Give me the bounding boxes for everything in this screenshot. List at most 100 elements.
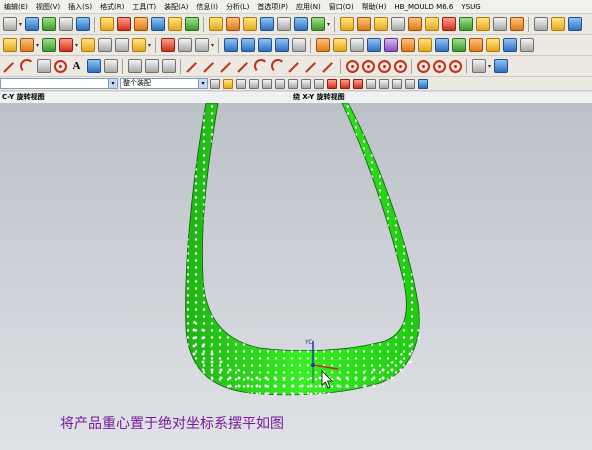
perspective-icon[interactable] [80, 38, 95, 52]
boss-icon[interactable] [167, 17, 182, 31]
arc-tool-2-icon[interactable] [253, 59, 268, 73]
snap-intersection-icon[interactable] [365, 78, 376, 89]
feature-icon-11[interactable] [485, 38, 500, 52]
circle-tool-6-icon[interactable] [416, 59, 430, 73]
show-hide-icon[interactable] [160, 38, 175, 52]
electrode-icon[interactable] [492, 17, 507, 31]
line-tool-4-icon[interactable] [220, 59, 234, 73]
arc-tool-3-icon[interactable] [270, 59, 285, 73]
circle-tool-5-icon[interactable] [393, 59, 407, 73]
filter-icon[interactable] [209, 78, 220, 89]
spline-icon[interactable] [86, 59, 101, 73]
cone-icon[interactable] [58, 17, 73, 31]
feature-icon-3[interactable] [349, 38, 364, 52]
dropdown-arrow-icon[interactable]: ▾ [148, 42, 151, 49]
split-body-icon[interactable] [310, 17, 325, 31]
feature-icon-7[interactable] [417, 38, 432, 52]
hole-icon[interactable] [150, 17, 165, 31]
menu-hb-mould[interactable]: HB_MOULD M6.6 [390, 3, 457, 11]
line-tool-5-icon[interactable] [237, 59, 251, 73]
line-tool-2-icon[interactable] [186, 59, 200, 73]
snap-existing-icon[interactable] [404, 78, 415, 89]
edge-blend-icon[interactable] [208, 17, 223, 31]
rect-select-icon[interactable] [300, 78, 311, 89]
sketch-icon[interactable] [471, 59, 486, 73]
fit-icon[interactable] [2, 38, 17, 52]
wireframe-icon[interactable] [114, 38, 129, 52]
pan-icon[interactable] [41, 38, 56, 52]
offset-curve-icon[interactable] [127, 59, 142, 73]
runner-icon[interactable] [458, 17, 473, 31]
feature-icon-13[interactable] [519, 38, 534, 52]
graphics-viewport[interactable]: YC [0, 103, 592, 450]
project-curve-icon[interactable] [144, 59, 159, 73]
menu-info[interactable]: 信息(I) [192, 0, 222, 13]
chevron-down-icon[interactable]: ▾ [108, 79, 117, 88]
deselect-icon[interactable] [287, 78, 298, 89]
menu-ysug[interactable]: YSUG [457, 3, 484, 11]
snap-center-icon[interactable] [352, 78, 363, 89]
trim-body-icon[interactable] [293, 17, 308, 31]
ejector-icon[interactable] [424, 17, 439, 31]
feature-icon-1[interactable] [315, 38, 330, 52]
wrench-icon[interactable] [533, 17, 548, 31]
feature-icon-4[interactable] [366, 38, 381, 52]
select-body-icon[interactable] [261, 78, 272, 89]
type-filter-combo[interactable]: ▾ [0, 78, 118, 89]
extrude-icon[interactable] [99, 17, 114, 31]
menu-window[interactable]: 窗口(O) [325, 0, 358, 13]
lasso-select-icon[interactable] [313, 78, 324, 89]
gate-icon[interactable] [441, 17, 456, 31]
dropdown-arrow-icon[interactable]: ▾ [36, 42, 39, 49]
offset-face-icon[interactable] [276, 17, 291, 31]
draft-icon[interactable] [259, 17, 274, 31]
select-all-icon[interactable] [274, 78, 285, 89]
revolve-icon[interactable] [116, 17, 131, 31]
block-icon[interactable] [24, 17, 39, 31]
shell-icon[interactable] [242, 17, 257, 31]
circle-tool-7-icon[interactable] [432, 59, 446, 73]
menu-view[interactable]: 视图(V) [32, 0, 64, 13]
menu-preferences[interactable]: 首选项(P) [253, 0, 292, 13]
dropdown-arrow-icon[interactable]: ▾ [327, 21, 330, 28]
feature-icon-8[interactable] [434, 38, 449, 52]
menu-assembly[interactable]: 装配(A) [160, 0, 192, 13]
wcs-rotate-icon[interactable] [274, 38, 289, 52]
pocket-icon[interactable] [184, 17, 199, 31]
cube-view-icon[interactable] [493, 59, 508, 73]
circle-tool-4-icon[interactable] [377, 59, 391, 73]
menu-application[interactable]: 应用(N) [292, 0, 325, 13]
wcs-icon[interactable] [223, 38, 238, 52]
bridge-curve-icon[interactable] [161, 59, 176, 73]
feature-icon-10[interactable] [468, 38, 483, 52]
feature-icon-12[interactable] [502, 38, 517, 52]
dropdown-arrow-icon[interactable]: ▾ [75, 42, 78, 49]
line-tool-8-icon[interactable] [322, 59, 336, 73]
circle-icon[interactable] [53, 59, 67, 73]
line-tool-3-icon[interactable] [203, 59, 217, 73]
snap-quadrant-icon[interactable] [391, 78, 402, 89]
menu-format[interactable]: 格式(R) [96, 0, 128, 13]
dropdown-arrow-icon[interactable]: ▾ [211, 42, 214, 49]
point-icon[interactable] [103, 59, 118, 73]
slider-icon[interactable] [407, 17, 422, 31]
snap-point-icon[interactable] [378, 78, 389, 89]
text-icon[interactable]: A [70, 59, 84, 73]
star-icon[interactable] [550, 17, 565, 31]
arc-icon[interactable] [19, 59, 34, 73]
parting-icon[interactable] [356, 17, 371, 31]
boolean-icon[interactable] [133, 17, 148, 31]
rectangle-icon[interactable] [36, 59, 51, 73]
menu-help[interactable]: 帮助(H) [358, 0, 391, 13]
work-layer-icon[interactable] [194, 38, 209, 52]
cylinder-icon[interactable] [41, 17, 56, 31]
menu-insert[interactable]: 插入(S) [64, 0, 96, 13]
select-feature-icon[interactable] [222, 78, 233, 89]
line-tool-6-icon[interactable] [288, 59, 302, 73]
circle-tool-3-icon[interactable] [361, 59, 375, 73]
feature-icon-5[interactable] [383, 38, 398, 52]
datum-icon[interactable] [291, 38, 306, 52]
select-face-icon[interactable] [235, 78, 246, 89]
mold-base-icon[interactable] [390, 17, 405, 31]
pocket-cut-icon[interactable] [509, 17, 524, 31]
